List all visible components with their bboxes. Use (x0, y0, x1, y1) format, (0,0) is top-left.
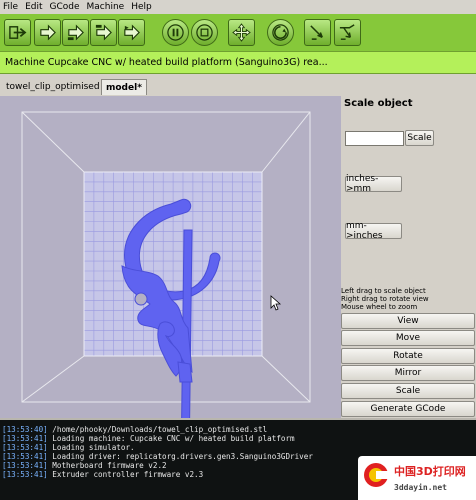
view-mode-button[interactable]: View (341, 313, 475, 329)
scale-button[interactable]: Scale (405, 130, 434, 146)
tab-model[interactable]: model* (101, 79, 147, 95)
control-panel-button[interactable] (228, 19, 255, 46)
tab-bar: towel_clip_optimised model* (0, 76, 476, 96)
simulate-button[interactable] (118, 19, 145, 46)
machine-status-bar: Machine Cupcake CNC w/ heated build plat… (0, 51, 476, 74)
edit-panel: Scale object Scale inches->mm mm->inches… (341, 96, 476, 418)
generate-gcode-button[interactable]: Generate GCode (341, 401, 475, 417)
import-arrow-icon (9, 26, 27, 39)
menu-help[interactable]: Help (131, 2, 152, 12)
log-message: Loading driver: replicatorg.drivers.gen3… (52, 452, 313, 461)
extruder-button[interactable] (304, 19, 331, 46)
mirror-mode-button[interactable]: Mirror (341, 365, 475, 381)
log-timestamp: [13:53:40] (2, 425, 48, 434)
extruder-advanced-button[interactable] (334, 19, 361, 46)
reset-icon (272, 24, 289, 41)
help-text-zoom: Mouse wheel to zoom (341, 303, 418, 311)
log-timestamp: [13:53:41] (2, 452, 48, 461)
menu-bar: File Edit GCode Machine Help (0, 0, 476, 14)
scale-input[interactable] (345, 131, 404, 146)
rotate-mode-button[interactable]: Rotate (341, 348, 475, 364)
arrow-right-icon-1 (40, 24, 56, 41)
menu-gcode[interactable]: GCode (50, 2, 80, 12)
watermark: 中国3D打印网 3ddayin.net (358, 456, 476, 500)
stop-icon (196, 24, 213, 41)
panel-title: Scale object (344, 98, 413, 109)
log-line: [13:53:41] Loading machine: Cupcake CNC … (2, 434, 476, 443)
watermark-name: 中国3D打印网 (394, 465, 466, 478)
log-line: [13:53:41] Loading simulator. (2, 443, 476, 452)
build-to-file-button[interactable] (34, 19, 61, 46)
scale-mode-button[interactable]: Scale (341, 383, 475, 399)
arrow-right-icon-4 (124, 24, 140, 41)
log-timestamp: [13:53:41] (2, 461, 48, 470)
upload-button[interactable] (62, 19, 89, 46)
menu-file[interactable]: File (3, 2, 18, 12)
log-message: Extruder controller firmware v2.3 (52, 470, 204, 479)
log-message: Loading machine: Cupcake CNC w/ heated b… (52, 434, 295, 443)
help-text-scale: Left drag to scale object (341, 287, 426, 295)
tab-towel-clip[interactable]: towel_clip_optimised (2, 79, 104, 95)
log-message: Motherboard firmware v2.2 (52, 461, 167, 470)
watermark-logo-icon (364, 463, 390, 487)
build-volume-view (0, 96, 341, 418)
move-mode-button[interactable]: Move (341, 330, 475, 346)
arrow-right-icon-2 (67, 24, 84, 41)
extruder-advanced-icon (339, 24, 355, 40)
log-message: Loading simulator. (52, 443, 135, 452)
log-timestamp: [13:53:41] (2, 443, 48, 452)
reset-button[interactable] (267, 19, 294, 46)
play-to-file-button[interactable] (90, 19, 117, 46)
menu-edit[interactable]: Edit (25, 2, 42, 12)
arrow-right-icon-3 (95, 24, 112, 41)
menu-machine[interactable]: Machine (87, 2, 125, 12)
inches-to-mm-button[interactable]: inches->mm (345, 174, 402, 194)
stop-button[interactable] (191, 19, 218, 46)
toolbar (0, 14, 476, 51)
build-button[interactable] (4, 19, 31, 46)
log-line: [13:53:40] /home/phooky/Downloads/towel_… (2, 425, 476, 434)
watermark-url: 3ddayin.net (394, 483, 447, 492)
extruder-icon (310, 25, 323, 40)
mm-to-inches-button[interactable]: mm->inches (345, 221, 402, 241)
pause-icon (167, 24, 184, 41)
model-viewport[interactable] (0, 96, 341, 418)
log-timestamp: [13:53:41] (2, 434, 48, 443)
help-text-rotate: Right drag to rotate view (341, 295, 429, 303)
move-arrows-icon (232, 23, 251, 42)
pause-button[interactable] (162, 19, 189, 46)
machine-status-text: Machine Cupcake CNC w/ heated build plat… (5, 57, 328, 68)
log-message: /home/phooky/Downloads/towel_clip_optimi… (52, 425, 268, 434)
log-timestamp: [13:53:41] (2, 470, 48, 479)
